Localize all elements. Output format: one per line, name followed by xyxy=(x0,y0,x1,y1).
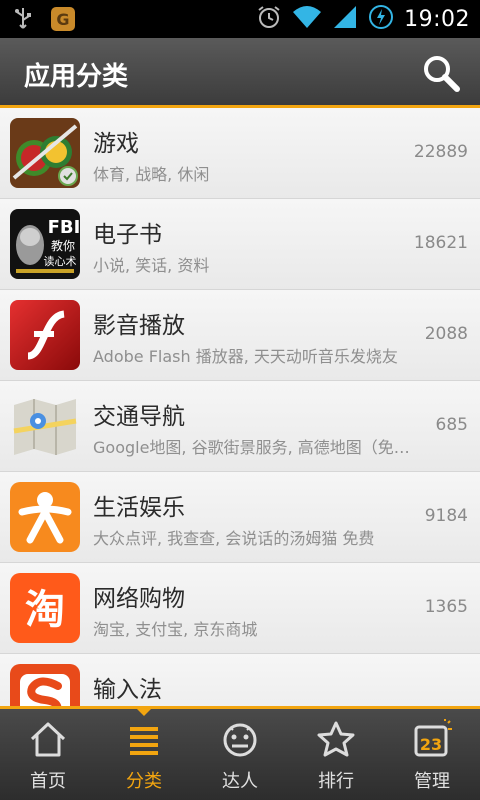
category-name: 输入法 xyxy=(93,677,162,703)
taobao-app-icon: 淘 xyxy=(10,573,80,643)
tab-label: 排行 xyxy=(318,771,354,792)
category-name: 交通导航 xyxy=(93,404,185,430)
maps-app-icon xyxy=(10,391,80,461)
calendar-manage-icon: 23 xyxy=(414,719,452,757)
category-row-games[interactable]: 游戏 体育, 战略, 休闲 22889 xyxy=(0,108,480,199)
category-count: 2088 xyxy=(424,324,468,344)
page-title: 应用分类 xyxy=(24,62,129,92)
app-bar: 应用分类 xyxy=(0,38,480,108)
ebook-app-icon: FBI 教你 读心术 xyxy=(10,209,80,279)
tab-home[interactable]: 首页 xyxy=(0,709,96,800)
category-desc: 小说, 笑话, 资料 xyxy=(93,256,210,275)
tab-label: 首页 xyxy=(30,771,66,792)
category-row-media[interactable]: 影音播放 Adobe Flash 播放器, 天天动听音乐发烧友 2088 xyxy=(0,290,480,381)
category-count: 685 xyxy=(435,415,468,435)
category-desc: 大众点评, 我查查, 会说话的汤姆猫 免费 xyxy=(93,529,375,548)
tab-label: 达人 xyxy=(222,771,258,792)
category-row-shopping[interactable]: 淘 网络购物 淘宝, 支付宝, 京东商城 1365 xyxy=(0,563,480,654)
category-count: 9184 xyxy=(424,506,468,526)
category-name: 电子书 xyxy=(93,222,162,248)
fruit-ninja-app-icon xyxy=(10,118,80,188)
home-icon xyxy=(30,722,66,757)
category-list[interactable]: 游戏 体育, 战略, 休闲 22889 FBI 教你 读心术 电子书 小说, 笑… xyxy=(0,108,480,706)
category-desc: 体育, 战略, 休闲 xyxy=(93,165,210,184)
list-icon xyxy=(130,727,158,755)
flash-player-app-icon xyxy=(10,300,80,370)
android-face-icon xyxy=(223,723,257,757)
manage-badge: 23 xyxy=(420,735,442,754)
search-button[interactable] xyxy=(420,52,462,94)
category-row-ebooks[interactable]: FBI 教你 读心术 电子书 小说, 笑话, 资料 18621 xyxy=(0,199,480,290)
ebook-icon-title: FBI xyxy=(48,217,80,238)
wifi-icon xyxy=(292,4,322,34)
star-icon xyxy=(317,721,355,757)
alarm-icon xyxy=(256,4,282,34)
tab-categories[interactable]: 分类 xyxy=(96,709,192,800)
tab-manage[interactable]: 23 管理 xyxy=(384,709,480,800)
dianping-app-icon xyxy=(10,482,80,552)
ebook-icon-subtitle-2: 读心术 xyxy=(44,254,77,268)
usb-icon xyxy=(14,6,32,36)
bottom-tab-bar: 首页 分类 达人 排行 23 管理 xyxy=(0,706,480,800)
category-row-navigation[interactable]: 交通导航 Google地图, 谷歌街景服务, 高德地图（免费） 685 xyxy=(0,381,480,472)
category-count: 22889 xyxy=(413,142,468,162)
status-bar: G 19:02 xyxy=(0,0,480,38)
search-icon xyxy=(424,56,460,92)
category-name: 生活娱乐 xyxy=(93,495,185,521)
category-count: 18621 xyxy=(413,233,468,253)
category-name: 影音播放 xyxy=(93,313,185,339)
battery-charging-icon xyxy=(368,4,394,34)
category-desc: Google地图, 谷歌街景服务, 高德地图（免费） xyxy=(93,438,415,457)
tab-label: 分类 xyxy=(126,771,162,792)
clock: 19:02 xyxy=(404,6,470,32)
sogou-input-app-icon xyxy=(10,664,80,706)
category-desc: Adobe Flash 播放器, 天天动听音乐发烧友 xyxy=(93,347,398,366)
category-row-input-method[interactable]: 输入法 123 xyxy=(0,654,480,706)
tab-label: 管理 xyxy=(414,771,450,792)
category-count: 1365 xyxy=(424,597,468,617)
app-notification-icon: G xyxy=(50,6,76,36)
category-name: 游戏 xyxy=(93,131,139,157)
tab-ranking[interactable]: 排行 xyxy=(288,709,384,800)
signal-icon xyxy=(332,4,358,34)
taobao-icon-char: 淘 xyxy=(25,587,65,633)
category-desc: 淘宝, 支付宝, 京东商城 xyxy=(93,620,258,639)
svg-text:G: G xyxy=(56,10,69,29)
tab-experts[interactable]: 达人 xyxy=(192,709,288,800)
category-name: 网络购物 xyxy=(93,586,185,612)
category-row-lifestyle[interactable]: 生活娱乐 大众点评, 我查查, 会说话的汤姆猫 免费 9184 xyxy=(0,472,480,563)
ebook-icon-subtitle: 教你 xyxy=(51,238,75,253)
